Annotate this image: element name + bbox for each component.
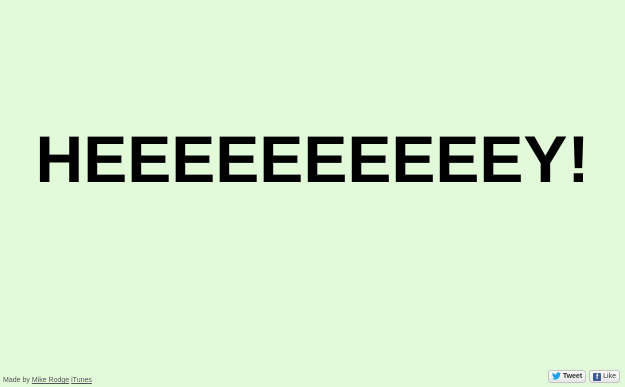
twitter-bird-icon — [551, 371, 561, 382]
social-buttons: Tweet f Like — [547, 370, 620, 383]
footer-credit: Made by Mike Rodge iTunes — [3, 377, 92, 384]
itunes-link[interactable]: iTunes — [71, 377, 92, 384]
tweet-label: Tweet — [562, 373, 583, 380]
author-link[interactable]: Mike Rodge — [32, 377, 69, 384]
credit-prefix: Made by — [3, 377, 30, 384]
page: HEEEEEEEEEEY! Made by Mike Rodge iTunes … — [0, 0, 625, 387]
tweet-button[interactable]: Tweet — [547, 370, 587, 383]
like-label: Like — [603, 373, 616, 380]
facebook-icon: f — [593, 372, 602, 381]
headline: HEEEEEEEEEEY! — [35, 122, 590, 196]
like-button[interactable]: f Like — [589, 370, 620, 383]
